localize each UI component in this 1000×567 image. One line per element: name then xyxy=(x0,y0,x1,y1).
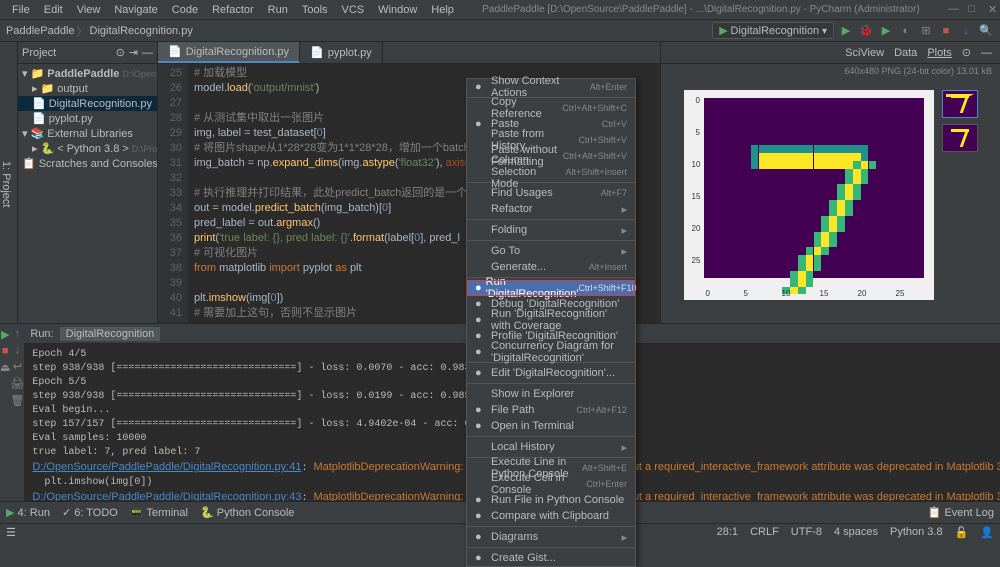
run-stop-icon[interactable]: ■ xyxy=(2,345,9,357)
menu-file[interactable]: File xyxy=(6,2,36,18)
plot-info: 640x480 PNG (24-bit color) 13.01 kB xyxy=(661,64,1000,82)
ctx-folding[interactable]: Folding▸ xyxy=(467,222,635,238)
run-button[interactable]: ▶ xyxy=(838,23,854,39)
breadcrumb: PaddlePaddle 〉 DigitalRecognition.py xyxy=(6,23,193,39)
menu-view[interactable]: View xyxy=(71,2,107,18)
editor-context-menu[interactable]: ●Show Context ActionsAlt+Enter Copy Refer… xyxy=(466,78,636,567)
run-down-icon[interactable]: ↓ xyxy=(15,344,21,356)
ctx-compare-with-clipboard[interactable]: ●Compare with Clipboard xyxy=(467,508,635,524)
ctx-local-history[interactable]: Local History▸ xyxy=(467,439,635,455)
line-gutter: 2526272829303132333435363738394041424344 xyxy=(158,64,188,323)
menu-navigate[interactable]: Navigate xyxy=(108,2,163,18)
status-indent[interactable]: 4 spaces xyxy=(834,526,878,539)
menu-refactor[interactable]: Refactor xyxy=(206,2,260,18)
concurrency-button[interactable]: ⊞ xyxy=(918,23,934,39)
sciview-settings-icon[interactable]: ⊙ xyxy=(962,46,971,59)
run-rerun-icon[interactable]: ▶ xyxy=(1,328,9,341)
ctx-go-to[interactable]: Go To▸ xyxy=(467,243,635,259)
run-config-selector[interactable]: ▶ DigitalRecognition ▾ xyxy=(712,22,834,39)
navbar: PaddlePaddle 〉 DigitalRecognition.py ▶ D… xyxy=(0,20,1000,42)
status-line-sep[interactable]: CRLF xyxy=(750,526,779,539)
project-panel-title: Project xyxy=(22,47,56,59)
menu-help[interactable]: Help xyxy=(425,2,460,18)
stop-button[interactable]: ■ xyxy=(938,23,954,39)
sciview-tab-plots[interactable]: Plots xyxy=(927,47,951,59)
editor-tabs: 📄DigitalRecognition.py 📄pyplot.py xyxy=(158,42,660,64)
ctx-run-file-in-python-console[interactable]: ●Run File in Python Console xyxy=(467,492,635,508)
plot-figure[interactable]: 0 5 10 15 20 25 0 5 10 15 20 25 xyxy=(684,90,934,300)
breadcrumb-file[interactable]: DigitalRecognition.py xyxy=(90,25,193,37)
ctx-generate-[interactable]: Generate...Alt+Insert xyxy=(467,259,635,275)
event-log-button[interactable]: 📋 Event Log xyxy=(928,506,994,519)
minimize-icon[interactable]: — xyxy=(942,1,954,18)
ctx-show-in-explorer[interactable]: Show in Explorer xyxy=(467,386,635,402)
debug-button[interactable]: 🐞 xyxy=(858,23,874,39)
ctx-find-usages[interactable]: Find UsagesAlt+F7 xyxy=(467,185,635,201)
project-collapse-icon[interactable]: ⇥ xyxy=(129,46,138,59)
ctx-concurrency-diagram-for-digitalrecognition-[interactable]: ●Concurrency Diagram for 'DigitalRecogni… xyxy=(467,344,635,360)
project-settings-icon[interactable]: ⊙ xyxy=(116,46,125,59)
ctx-refactor[interactable]: Refactor▸ xyxy=(467,201,635,217)
profile-button[interactable]: ◐ xyxy=(898,23,914,39)
run-clear-icon[interactable]: 🗑 xyxy=(10,394,24,407)
menu-tools[interactable]: Tools xyxy=(296,2,334,18)
ctx-show-context-actions[interactable]: ●Show Context ActionsAlt+Enter xyxy=(467,79,635,95)
ctx-create-gist-[interactable]: ●Create Gist... xyxy=(467,550,635,566)
menu-vcs[interactable]: VCS xyxy=(336,2,371,18)
status-caret-pos[interactable]: 28:1 xyxy=(717,526,738,539)
bottom-tab-terminal[interactable]: 📟 Terminal xyxy=(130,506,188,519)
ctx-copy-reference[interactable]: Copy ReferenceCtrl+Alt+Shift+C xyxy=(467,100,635,116)
ctx-run-digitalrecognition-with-coverage[interactable]: ●Run 'DigitalRecognition' with Coverage xyxy=(467,312,635,328)
bottom-tab-todo[interactable]: ✓ 6: TODO xyxy=(62,506,118,519)
sciview-panel: SciView Data Plots ⊙ — 640x480 PNG (24-b… xyxy=(660,42,1000,323)
coverage-button[interactable]: ▶ xyxy=(878,23,894,39)
tree-file-digitalrecognition[interactable]: 📄DigitalRecognition.py xyxy=(18,96,157,111)
window-title: PaddlePaddle [D:\OpenSource\PaddlePaddle… xyxy=(462,2,940,17)
sciview-tab-sciview[interactable]: SciView xyxy=(845,47,884,59)
ctx-edit-digitalrecognition-[interactable]: ●Edit 'DigitalRecognition'... xyxy=(467,365,635,381)
sciview-hide-icon[interactable]: — xyxy=(981,47,992,59)
menu-code[interactable]: Code xyxy=(166,2,204,18)
plot-thumb-2[interactable] xyxy=(942,124,978,152)
ctx-diagrams[interactable]: ●Diagrams▸ xyxy=(467,529,635,545)
run-tab-name[interactable]: DigitalRecognition xyxy=(60,327,161,341)
tab-digitalrecognition[interactable]: 📄DigitalRecognition.py xyxy=(158,42,300,63)
ctx-open-in-terminal[interactable]: ●Open in Terminal xyxy=(467,418,635,434)
bottom-tab-run[interactable]: ▶ 4: Run xyxy=(6,506,50,519)
project-tree[interactable]: ▾📁PaddlePaddle D:\OpenSource\Padd ▸📁outp… xyxy=(18,64,157,323)
project-panel: Project ⊙ ⇥ — ▾📁PaddlePaddle D:\OpenSour… xyxy=(18,42,158,323)
ctx-column-selection-mode[interactable]: Column Selection ModeAlt+Shift+Insert xyxy=(467,164,635,180)
tab-pyplot[interactable]: 📄pyplot.py xyxy=(300,42,383,63)
sciview-tab-data[interactable]: Data xyxy=(894,47,917,59)
status-inspect-icon[interactable]: 👤 xyxy=(980,526,994,539)
ctx-execute-cell-in-console[interactable]: Execute Cell in ConsoleCtrl+Enter xyxy=(467,476,635,492)
run-up-icon[interactable]: ↑ xyxy=(15,328,21,340)
project-hide-icon[interactable]: — xyxy=(142,47,153,59)
ctx-run-digitalrecognition-[interactable]: ●Run 'DigitalRecognition'Ctrl+Shift+F10 xyxy=(467,280,635,296)
update-button[interactable]: ↓ xyxy=(958,23,974,39)
breadcrumb-root[interactable]: PaddlePaddle xyxy=(6,25,75,37)
search-icon[interactable]: 🔍 xyxy=(978,23,994,39)
bottom-tab-pyconsole[interactable]: 🐍 Python Console xyxy=(200,506,294,519)
run-exit-icon[interactable]: ⏏ xyxy=(0,361,10,374)
run-print-icon[interactable]: 🖨 xyxy=(10,377,24,390)
status-interpreter[interactable]: Python 3.8 xyxy=(890,526,943,539)
menu-edit[interactable]: Edit xyxy=(38,2,69,18)
left-gutter: 1: Project xyxy=(0,42,18,323)
close-icon[interactable]: ✕ xyxy=(982,1,994,18)
menu-run[interactable]: Run xyxy=(262,2,294,18)
status-encoding[interactable]: UTF-8 xyxy=(791,526,822,539)
run-tab-label: Run: xyxy=(30,328,53,340)
project-tool-tab[interactable]: 1: Project xyxy=(0,161,12,207)
menu-window[interactable]: Window xyxy=(372,2,423,18)
ctx-file-path[interactable]: ●File PathCtrl+Alt+F12 xyxy=(467,402,635,418)
menubar: File Edit View Navigate Code Refactor Ru… xyxy=(0,0,1000,20)
maximize-icon[interactable]: □ xyxy=(962,1,974,18)
run-wrap-icon[interactable]: ↩ xyxy=(13,360,22,373)
status-lock-icon[interactable]: 🔓 xyxy=(955,526,969,539)
status-menu-icon[interactable]: ☰ xyxy=(6,526,16,539)
plot-thumb-1[interactable] xyxy=(942,90,978,118)
